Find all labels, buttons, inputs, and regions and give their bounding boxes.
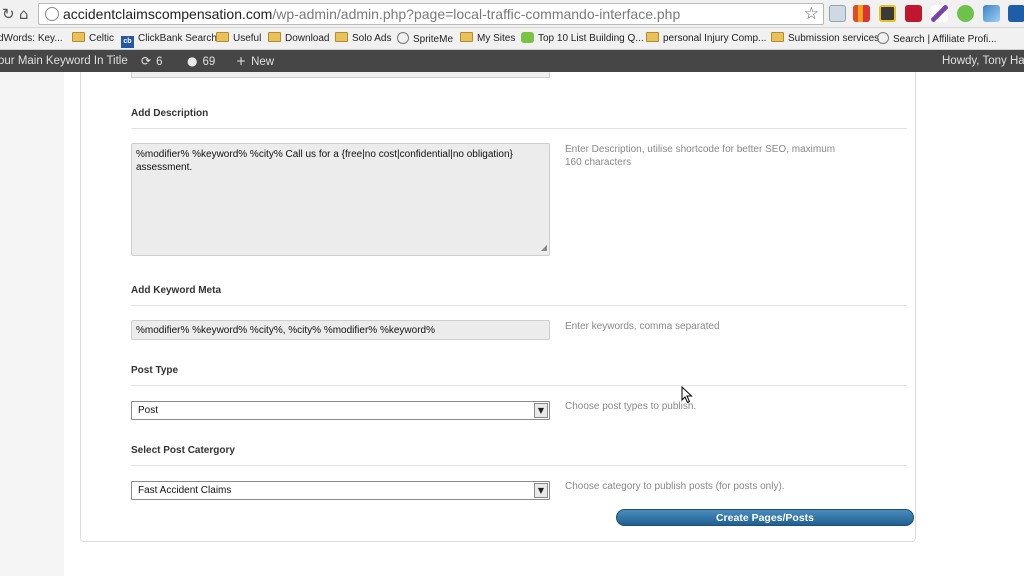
wp-admin-bar: our Main Keyword In Title ⟳ 6 ● 69 + New Ho…	[0, 50, 1024, 72]
folder-icon	[268, 32, 281, 42]
divider	[131, 385, 907, 386]
keyword-meta-heading: Add Keyword Meta	[131, 285, 222, 296]
bookmark-item[interactable]: Search | Affiliate Profi...	[877, 32, 997, 47]
admin-bar-new[interactable]: + New	[236, 54, 274, 69]
admin-bar-howdy[interactable]: Howdy, Tony Ha	[942, 54, 1024, 68]
bookmark-item[interactable]: dWords: Key...	[0, 32, 63, 46]
bookmark-item[interactable]: Celtic	[72, 32, 114, 46]
extension-icon[interactable]	[983, 5, 1000, 22]
extension-icon[interactable]	[829, 5, 846, 22]
post-type-select[interactable]: Post ▼	[131, 401, 550, 420]
description-textarea[interactable]: %modifier% %keyword% %city% Call us for …	[131, 143, 550, 256]
extension-icon[interactable]	[879, 5, 896, 22]
keyword-meta-help: Enter keywords, comma separated	[565, 321, 720, 332]
post-category-help: Choose category to publish posts (for po…	[565, 481, 785, 492]
home-icon[interactable]: ⌂	[19, 5, 29, 23]
address-bar[interactable]: accidentclaimscompensation.com/wp-admin/…	[38, 3, 824, 25]
bookmark-item[interactable]: Download	[268, 32, 329, 46]
mouse-cursor-icon	[681, 386, 693, 404]
extension-icon[interactable]	[905, 5, 922, 22]
extension-icon[interactable]	[1008, 5, 1024, 22]
admin-menu-gutter	[0, 72, 64, 576]
folder-icon	[771, 32, 784, 42]
comment-icon: ●	[187, 54, 198, 68]
description-heading: Add Description	[131, 108, 209, 119]
bookmark-star-icon[interactable]: ☆	[804, 4, 819, 24]
dropdown-arrow-icon[interactable]: ▼	[534, 483, 548, 498]
create-pages-posts-button[interactable]: Create Pages/Posts	[616, 509, 914, 526]
extension-icon[interactable]	[957, 5, 974, 22]
post-type-heading: Post Type	[131, 365, 179, 376]
bookmarks-bar: dWords: Key... Celtic cb ClickBank Search…	[0, 28, 1024, 50]
description-value: %modifier% %keyword% %city% Call us for …	[136, 149, 513, 173]
bookmark-item[interactable]: personal Injury Comp...	[646, 32, 766, 46]
bookmark-item[interactable]: SpriteMe	[397, 32, 453, 47]
globe-icon	[877, 32, 889, 44]
divider	[131, 465, 907, 466]
page-info-icon[interactable]	[45, 7, 59, 21]
pen-extension-icon[interactable]	[931, 5, 948, 22]
bookmark-item[interactable]: cb ClickBank Search	[121, 32, 217, 48]
admin-bar-comments[interactable]: ● 69	[187, 54, 215, 69]
admin-bar-site-title[interactable]: our Main Keyword In Title	[0, 54, 128, 68]
speech-bubble-icon	[521, 32, 534, 43]
clickbank-icon: cb	[121, 36, 134, 48]
resize-handle-icon[interactable]: ◢	[541, 241, 547, 254]
previous-textarea[interactable]	[131, 72, 550, 78]
post-category-select[interactable]: Fast Accident Claims ▼	[131, 481, 550, 500]
description-help: Enter Description, utilise shortcode for…	[565, 144, 836, 168]
folder-icon	[460, 32, 473, 42]
globe-icon	[397, 32, 409, 44]
refresh-icon: ⟳	[141, 54, 152, 68]
admin-bar-updates[interactable]: ⟳ 6	[141, 54, 162, 69]
post-type-help: Choose post types to publish.	[565, 401, 697, 412]
post-category-heading: Select Post Catergory	[131, 445, 235, 456]
analytics-extension-icon[interactable]	[853, 5, 870, 22]
dropdown-arrow-icon[interactable]: ▼	[534, 403, 548, 418]
post-type-value: Post	[138, 405, 159, 416]
reload-icon[interactable]: ↻	[2, 5, 15, 23]
bookmark-item[interactable]: Solo Ads	[335, 32, 391, 46]
url-text[interactable]: accidentclaimscompensation.com/wp-admin/…	[63, 6, 680, 23]
folder-icon	[72, 32, 85, 42]
post-category-value: Fast Accident Claims	[138, 485, 232, 496]
folder-icon	[335, 32, 348, 42]
browser-toolbar: ↻ ⌂ accidentclaimscompensation.com/wp-ad…	[0, 0, 1024, 28]
keyword-meta-input[interactable]: %modifier% %keyword% %city%, %city% %mod…	[131, 320, 550, 340]
divider	[131, 128, 907, 129]
folder-icon	[646, 32, 659, 42]
bookmark-item[interactable]: My Sites	[460, 32, 515, 46]
bookmark-item[interactable]: Submission services	[771, 32, 879, 46]
divider	[131, 305, 907, 306]
bookmark-item[interactable]: Useful	[216, 32, 261, 46]
bookmark-item[interactable]: Top 10 List Building Q...	[521, 32, 644, 46]
plus-icon: +	[236, 54, 247, 68]
folder-icon	[216, 32, 229, 42]
